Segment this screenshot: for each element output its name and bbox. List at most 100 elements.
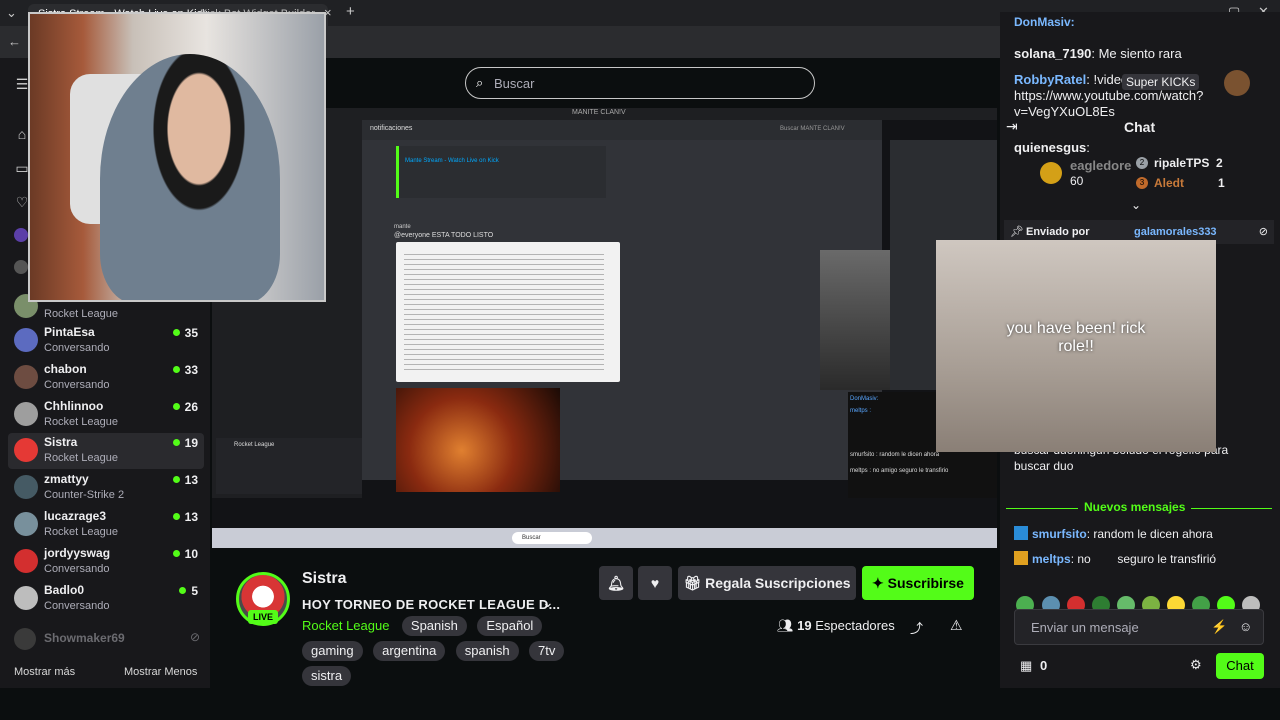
avatar-icon[interactable] (14, 228, 28, 242)
report-icon[interactable]: ⚠ (950, 617, 963, 634)
channel-name: Chhlinnoo (44, 398, 104, 413)
command-icon[interactable]: ⚡ (1211, 619, 1227, 635)
chat-text: no seguro le transfirió (1077, 552, 1217, 566)
viewer-count: 35 (172, 326, 198, 340)
new-messages-label: Nuevos mensajes (1078, 500, 1192, 514)
gift-subs-button[interactable]: 🎁︎ Regala Suscripciones (678, 566, 856, 600)
tag-row-2: gaming argentina spanish 7tv (302, 641, 570, 661)
sidebar-item-channel[interactable]: chabon Conversando 33 (8, 360, 204, 396)
viewer-number: 13 (184, 510, 198, 524)
channel-game: Conversando (44, 562, 110, 575)
channel-name: Badlo0 (44, 582, 85, 597)
viewer-count: 19 (172, 436, 198, 450)
stream-title: HOY TORNEO DE ROCKET LEAGUE D... (302, 597, 561, 612)
avatar (14, 328, 38, 352)
viewer-count: 10 (172, 546, 198, 561)
super-kicks-label[interactable]: Super KICKs (1122, 74, 1200, 90)
new-tab-button[interactable]: + (346, 4, 355, 20)
avatar (14, 585, 38, 610)
leaderboard-rank: 2 (1136, 157, 1148, 169)
tag[interactable]: gaming (302, 641, 363, 661)
live-dot-icon (172, 476, 180, 484)
inner-webcam (820, 250, 890, 390)
channel-game: Counter-Strike 2 (44, 489, 125, 502)
viewer-number: 10 (184, 546, 198, 561)
sidebar-item-channel[interactable]: Badlo0 Conversando 5 (8, 581, 204, 617)
channel-name[interactable]: Sistra (302, 570, 346, 588)
sidebar-item-channel[interactable]: zmattyy Counter-Strike 2 13 (8, 470, 204, 506)
channel-name: jordyyswag (44, 545, 111, 560)
sidebar-item-offline[interactable]: Showmaker69 ⊘ (14, 628, 200, 650)
video-player[interactable]: MANITE CLAN!V notificaciones Buscar MANT… (212, 108, 997, 548)
show-more-link[interactable]: Mostrar más (14, 666, 75, 678)
emoji-icon[interactable]: ☺ (1239, 619, 1252, 634)
show-less-link[interactable]: Mostrar Menos (124, 666, 197, 678)
pinned-by-user[interactable]: galamorales333 (1134, 226, 1217, 238)
viewers-label: Espectadores (815, 618, 895, 633)
live-dot-icon (172, 402, 180, 410)
live-dot-icon (172, 439, 180, 447)
leaderboard-user: Aledt (1154, 176, 1184, 190)
viewer-number: 35 (184, 326, 198, 340)
chat-input[interactable]: Enviar un mensaje ⚡ ☺ (1014, 609, 1264, 645)
chat-username[interactable]: smurfsito (1032, 527, 1087, 541)
badge-icon (1014, 551, 1028, 565)
inner-window-bar: MANITE CLAN!V (212, 108, 997, 120)
sidebar-item-channel[interactable]: Sistra Rocket League 19 (8, 433, 204, 470)
category-link[interactable]: Rocket League (302, 618, 389, 633)
live-badge: LIVE (248, 610, 278, 624)
sidebar-item-channel[interactable]: PintaEsa Conversando 35 (8, 323, 204, 359)
heart-icon: ♥ (650, 575, 660, 591)
collapse-chat-icon[interactable]: ⇥ (1006, 118, 1018, 135)
sidebar-item-channel[interactable]: lucazrage3 Rocket League 13 (8, 507, 204, 543)
tag[interactable]: sistra (302, 666, 352, 686)
gift-subs-label: Regala Suscripciones (705, 575, 851, 591)
live-dot-icon (172, 549, 180, 557)
inner-embed-title: Mante Stream - Watch Live on Kick (405, 158, 499, 164)
subscribe-button[interactable]: ✦ Suscribirse (862, 566, 974, 600)
leaderboard-rank1-badge (1040, 162, 1062, 184)
tag[interactable]: spanish (455, 641, 519, 661)
tag[interactable]: Español (477, 616, 543, 636)
chat-message: meltps: no seguro le transfirió (1014, 551, 1274, 567)
inner-search: Buscar MANTE CLAN!V (780, 126, 845, 132)
viewer-count: 5 (179, 584, 198, 598)
chat-input-placeholder: Enviar un mensaje (1031, 620, 1139, 635)
sidebar-item-channel[interactable]: jordyyswag Conversando 10 (8, 544, 204, 580)
pinned-by-label: Enviado por (1026, 226, 1090, 238)
tag[interactable]: argentina (373, 641, 446, 661)
expand-leaderboard-icon[interactable]: ⌄ (1131, 198, 1141, 212)
tag[interactable]: 7tv (529, 641, 565, 661)
live-dot-icon (172, 365, 180, 373)
tab-list-chevron-icon[interactable]: ⌄ (6, 5, 17, 21)
follow-button[interactable]: ♥ (638, 566, 672, 600)
back-icon[interactable]: ← (8, 34, 21, 50)
channel-game: Conversando (44, 599, 110, 612)
chat-username[interactable]: meltps (1032, 552, 1071, 566)
viewer-number: 19 (797, 618, 812, 633)
notifications-button[interactable]: 🔔︎ (599, 566, 633, 600)
inner-game-label: Rocket League (234, 442, 275, 448)
sidebar-item-channel[interactable]: Chhlinnoo Rocket League 26 (8, 397, 204, 433)
leaderboard-rank: 3 (1136, 177, 1148, 189)
channel-game: Rocket League (44, 308, 118, 320)
inner-bracket-image (396, 242, 620, 382)
chat-settings-gear-icon[interactable]: ⚙ (1190, 657, 1202, 673)
chat-username[interactable]: RobbyRatel (1014, 72, 1086, 87)
share-icon[interactable]: ⤴ (910, 618, 923, 637)
avatar (14, 475, 38, 500)
offline-channel-name: Showmaker69 (44, 631, 125, 645)
video-share-overlay: you have been! rick role!! (936, 240, 1216, 452)
send-chat-button[interactable]: Chat (1216, 653, 1264, 679)
tag[interactable]: Spanish (401, 616, 467, 636)
leaderboard-user: ripaleTPS (1154, 156, 1210, 170)
hide-pin-icon[interactable]: ⊘ (1259, 225, 1268, 238)
chat-partial-user[interactable]: DonMasiv: (1014, 14, 1274, 30)
channel-name: PintaEsa (44, 325, 95, 339)
user-avatar[interactable] (1224, 70, 1250, 96)
chat-username[interactable]: solana_7190 (1014, 46, 1091, 61)
avatar-icon[interactable] (14, 260, 28, 274)
points-icon[interactable]: ▦ (1020, 658, 1032, 674)
search-input[interactable]: ⌕ Buscar (465, 67, 815, 99)
expand-title-chevron-icon[interactable]: ⌄ (542, 594, 554, 611)
